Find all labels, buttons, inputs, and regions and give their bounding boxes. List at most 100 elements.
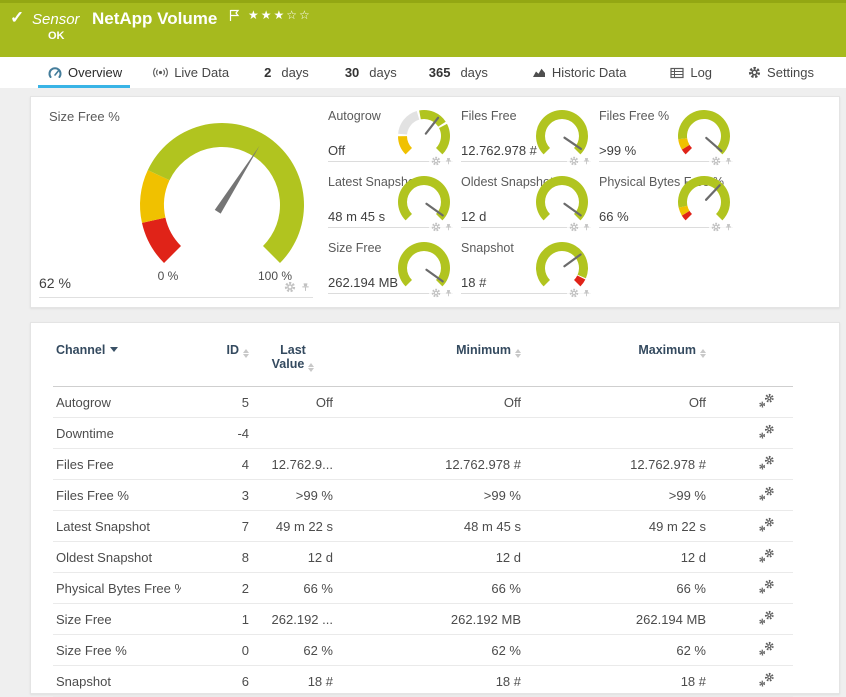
gear-icon[interactable] bbox=[569, 288, 579, 298]
column-header-last-value[interactable]: Last Value bbox=[251, 337, 335, 387]
channel-settings-icon[interactable] bbox=[758, 517, 774, 532]
channel-id: 0 bbox=[181, 634, 251, 666]
channel-name[interactable]: Files Free bbox=[53, 448, 181, 480]
channel-name[interactable]: Files Free % bbox=[53, 479, 181, 511]
gear-icon[interactable] bbox=[431, 288, 441, 298]
tab-bar: Overview Live Data 2 days 30 days 365 da… bbox=[0, 57, 846, 88]
pin-icon[interactable] bbox=[582, 289, 591, 298]
maximum-value: 12 d bbox=[523, 541, 708, 573]
pin-icon[interactable] bbox=[724, 157, 733, 166]
gear-icon[interactable] bbox=[711, 156, 721, 166]
gauge-card-files-free-pct: Files Free % >99 % bbox=[599, 109, 741, 175]
minimum-value: 66 % bbox=[335, 572, 523, 604]
channel-id: 1 bbox=[181, 603, 251, 635]
gauge-title: Size Free bbox=[328, 241, 382, 255]
tab-label: days bbox=[460, 65, 488, 80]
tab-historic-data[interactable]: Historic Data bbox=[532, 57, 626, 88]
tab-number: 30 bbox=[344, 65, 360, 80]
column-header-actions bbox=[708, 337, 793, 387]
pin-icon[interactable] bbox=[444, 223, 453, 232]
pin-icon[interactable] bbox=[444, 157, 453, 166]
column-header-id[interactable]: ID bbox=[181, 337, 251, 387]
channel-settings-icon[interactable] bbox=[758, 672, 774, 687]
channels-panel: Channel ID Last Value Minimum Maximum Au… bbox=[30, 322, 840, 697]
sort-icon bbox=[308, 363, 315, 372]
channel-name[interactable]: Latest Snapshot bbox=[53, 510, 181, 542]
channel-name[interactable]: Physical Bytes Free % bbox=[53, 572, 181, 604]
tab-overview[interactable]: Overview bbox=[37, 57, 131, 88]
channel-settings-icon[interactable] bbox=[758, 548, 774, 563]
last-value: 62 % bbox=[251, 634, 335, 666]
sensor-header: ✓ Sensor NetApp Volume ★★★☆☆ OK bbox=[0, 0, 846, 57]
maximum-value: 18 # bbox=[523, 665, 708, 697]
column-header-minimum[interactable]: Minimum bbox=[335, 337, 523, 387]
gauge-card-size-free: Size Free 262.194 MB bbox=[328, 241, 461, 307]
pin-icon[interactable] bbox=[300, 282, 311, 293]
table-row: Snapshot 6 18 # 18 # 18 # bbox=[53, 665, 793, 697]
table-row: Physical Bytes Free % 2 66 % 66 % 66 % bbox=[53, 572, 793, 604]
minimum-value: 12.762.978 # bbox=[335, 448, 523, 480]
channel-id: 3 bbox=[181, 479, 251, 511]
flag-icon[interactable] bbox=[229, 9, 240, 22]
sort-desc-icon bbox=[110, 347, 119, 352]
channel-settings-icon[interactable] bbox=[758, 486, 774, 501]
channel-id: 6 bbox=[181, 665, 251, 697]
channel-name[interactable]: Autogrow bbox=[53, 386, 181, 418]
channel-name[interactable]: Oldest Snapshot bbox=[53, 541, 181, 573]
channel-settings-icon[interactable] bbox=[758, 579, 774, 594]
channel-name[interactable]: Size Free % bbox=[53, 634, 181, 666]
minimum-value: 18 # bbox=[335, 665, 523, 697]
gear-icon[interactable] bbox=[431, 156, 441, 166]
maximum-value: 66 % bbox=[523, 572, 708, 604]
gauge-value: 12 d bbox=[461, 209, 487, 224]
gauge-card-latest-snapshot: Latest Snapshot 48 m 45 s bbox=[328, 175, 461, 241]
pin-icon[interactable] bbox=[582, 223, 591, 232]
minimum-value: 12 d bbox=[335, 541, 523, 573]
tab-30-days[interactable]: 30 days bbox=[345, 57, 397, 88]
tab-label: Live Data bbox=[174, 65, 230, 80]
tab-number: 365 bbox=[428, 65, 451, 80]
gauge-value: 18 # bbox=[461, 275, 487, 290]
main-gauge-min-label: 0 % bbox=[157, 269, 179, 283]
channel-id: 8 bbox=[181, 541, 251, 573]
tab-365-days[interactable]: 365 days bbox=[429, 57, 488, 88]
channel-settings-icon[interactable] bbox=[758, 641, 774, 656]
column-header-maximum[interactable]: Maximum bbox=[523, 337, 708, 387]
gauge-value: Off bbox=[328, 143, 346, 158]
pin-icon[interactable] bbox=[444, 289, 453, 298]
minimum-value: 48 m 45 s bbox=[335, 510, 523, 542]
channel-name[interactable]: Size Free bbox=[53, 603, 181, 635]
channel-settings-icon[interactable] bbox=[758, 424, 774, 439]
gear-icon[interactable] bbox=[569, 222, 579, 232]
channel-id: 5 bbox=[181, 386, 251, 418]
gear-icon[interactable] bbox=[711, 222, 721, 232]
priority-stars[interactable]: ★★★☆☆ bbox=[248, 8, 312, 22]
tab-2-days[interactable]: 2 days bbox=[264, 57, 309, 88]
gauge-value: 48 m 45 s bbox=[328, 209, 386, 224]
channel-settings-icon[interactable] bbox=[758, 393, 774, 408]
table-row: Files Free 4 12.762.9... 12.762.978 # 12… bbox=[53, 448, 793, 480]
channel-settings-icon[interactable] bbox=[758, 455, 774, 470]
object-type-label: Sensor bbox=[32, 11, 80, 28]
gear-icon[interactable] bbox=[284, 281, 296, 293]
gear-icon[interactable] bbox=[431, 222, 441, 232]
maximum-value: 62 % bbox=[523, 634, 708, 666]
channel-settings-icon[interactable] bbox=[758, 610, 774, 625]
channel-name[interactable]: Downtime bbox=[53, 417, 181, 449]
tab-label: days bbox=[281, 65, 309, 80]
tab-settings[interactable]: Settings bbox=[748, 57, 814, 88]
table-header-row: Channel ID Last Value Minimum Maximum bbox=[53, 337, 793, 387]
minimum-value: >99 % bbox=[335, 479, 523, 511]
channel-name[interactable]: Snapshot bbox=[53, 665, 181, 697]
maximum-value: 262.194 MB bbox=[523, 603, 708, 635]
pin-icon[interactable] bbox=[724, 223, 733, 232]
gear-icon[interactable] bbox=[569, 156, 579, 166]
tab-live-data[interactable]: Live Data bbox=[153, 57, 229, 88]
column-header-channel[interactable]: Channel bbox=[53, 337, 181, 387]
gauge-title: Files Free % bbox=[599, 109, 670, 123]
gauges-panel: Size Free % 0 % 100 % 62 % Autogrow Off … bbox=[30, 96, 840, 308]
pin-icon[interactable] bbox=[582, 157, 591, 166]
maximum-value: Off bbox=[523, 386, 708, 418]
tab-log[interactable]: Log bbox=[670, 57, 712, 88]
minimum-value: 262.192 MB bbox=[335, 603, 523, 635]
